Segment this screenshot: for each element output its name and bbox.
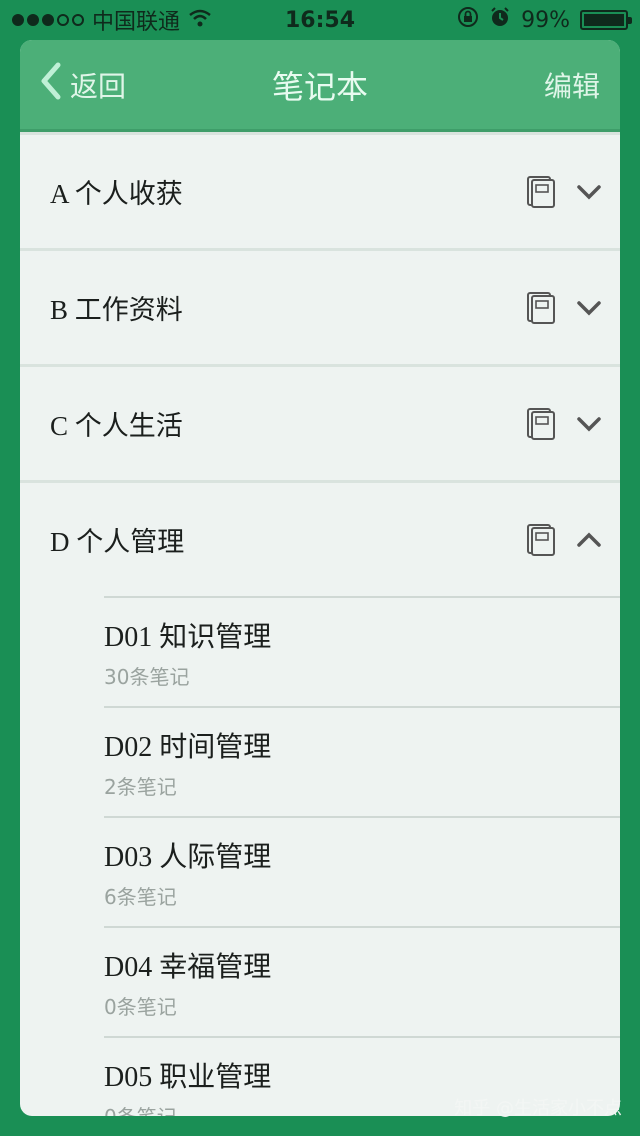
notebook-item-d02[interactable]: D02 时间管理 2条笔记 (104, 706, 620, 816)
notebook-icon (526, 291, 556, 325)
alarm-icon (489, 6, 511, 34)
chevron-down-icon[interactable] (576, 299, 602, 317)
battery-level (584, 14, 624, 26)
notebook-group-c[interactable]: C 个人生活 (20, 364, 620, 480)
note-count: 2条笔记 (104, 774, 177, 799)
nav-bar: 返回 笔记本 编辑 (20, 40, 620, 132)
notebook-list: D01 知识管理 30条笔记 D02 时间管理 2条笔记 D03 人际管理 6条… (20, 596, 620, 1116)
notebook-group-a[interactable]: A 个人收获 (20, 132, 620, 248)
battery-percent: 99% (521, 7, 570, 33)
notebook-item-d04[interactable]: D04 幸福管理 0条笔记 (104, 926, 620, 1036)
wifi-icon (188, 8, 212, 33)
group-label: C 个人生活 (50, 411, 183, 441)
signal-strength-icon (12, 14, 84, 26)
group-label: A 个人收获 (50, 179, 183, 209)
battery-icon (580, 10, 632, 30)
carrier-label: 中国联通 (92, 10, 181, 35)
notebook-icon (526, 175, 556, 209)
notebook-item-d03[interactable]: D03 人际管理 6条笔记 (104, 816, 620, 926)
notebook-title: D03 人际管理 (104, 841, 272, 873)
chevron-up-icon[interactable] (576, 531, 602, 549)
rotation-lock-icon (457, 6, 479, 34)
chevron-down-icon[interactable] (576, 183, 602, 201)
note-count: 0条笔记 (104, 994, 177, 1019)
notebook-item-d01[interactable]: D01 知识管理 30条笔记 (104, 596, 620, 706)
group-label: B 工作资料 (50, 295, 183, 325)
notebook-title: D05 职业管理 (104, 1061, 272, 1093)
notebook-group-d[interactable]: D 个人管理 (20, 480, 620, 596)
notebook-title: D04 幸福管理 (104, 951, 272, 983)
note-count: 30条笔记 (104, 664, 190, 689)
notebook-group-b[interactable]: B 工作资料 (20, 248, 620, 364)
back-button[interactable]: 返回 (36, 61, 126, 108)
notebook-title: D01 知识管理 (104, 621, 272, 653)
clock: 16:54 (284, 7, 356, 33)
back-label: 返回 (70, 69, 127, 103)
notebook-screen: 返回 笔记本 编辑 A 个人收获 B 工作资料 C 个人生活 D 个人管理 D0… (20, 40, 620, 1116)
edit-button[interactable]: 编辑 (544, 65, 600, 105)
chevron-down-icon[interactable] (576, 415, 602, 433)
watermark: 知乎 @生活家小不点 (454, 1098, 622, 1119)
notebook-icon (526, 523, 556, 557)
chevron-left-icon (36, 61, 64, 108)
notebook-title: D02 时间管理 (104, 731, 272, 763)
status-bar: 中国联通 16:54 99% (0, 0, 640, 40)
notebook-icon (526, 407, 556, 441)
group-label: D 个人管理 (50, 527, 185, 557)
note-count: 6条笔记 (104, 884, 177, 909)
